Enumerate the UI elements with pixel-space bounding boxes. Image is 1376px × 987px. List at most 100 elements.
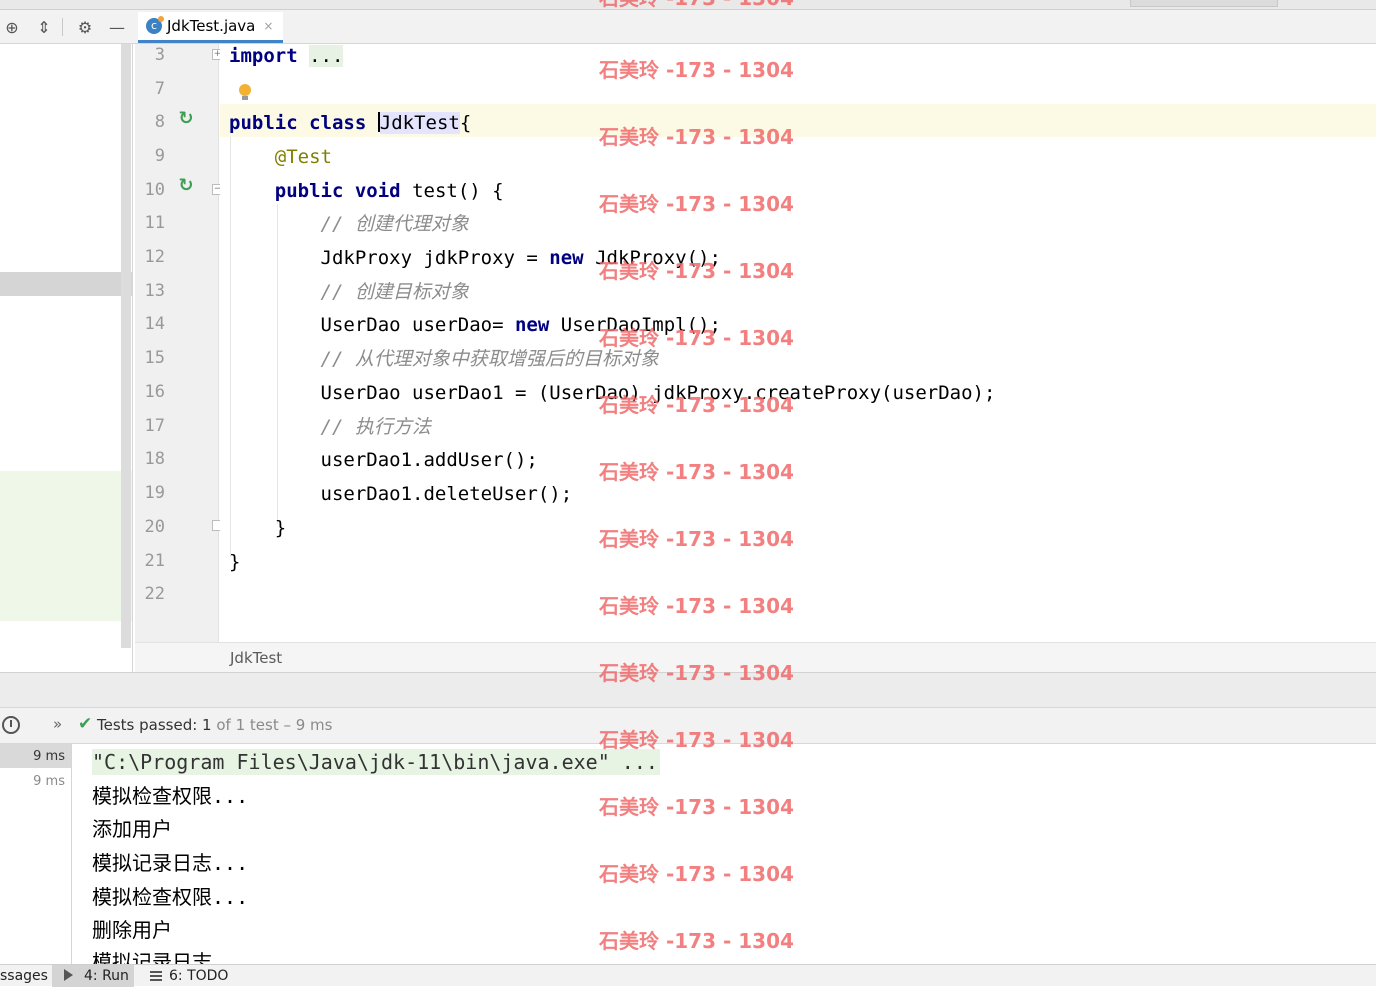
tool-window-bar: ssages 4: Run 6: TODO [0,964,1376,987]
code-line[interactable]: } [229,550,240,574]
code-line[interactable]: @Test [229,145,332,169]
watermark-text: 石美玲 -173 - 1304 [599,728,794,752]
collapse-icon[interactable]: ⇕ [34,17,54,37]
gear-icon[interactable]: ⚙ [75,17,95,37]
watermark-text: 石美玲 -173 - 1304 [599,527,794,551]
line-number: 15 [144,348,165,368]
line-number: 9 [154,146,165,166]
code-token: } [229,517,287,539]
line-number: 17 [144,416,165,436]
watermark-text: 石美玲 -173 - 1304 [599,125,794,149]
watermark-text: 石美玲 -173 - 1304 [599,795,794,819]
code-line[interactable]: userDao1.addUser(); [229,448,538,472]
target-icon[interactable]: ⊕ [2,17,22,37]
tool-tab-run-label[interactable]: 4: Run [84,968,129,984]
check-icon: ✔ [78,714,93,734]
console-line: 模拟记录日志... [92,851,249,875]
tab-label: JdkTest.java [167,17,256,35]
console-line: 模拟记录日志... [92,950,249,964]
watermark-text: 石美玲 -173 - 1304 [599,192,794,216]
line-number: 22 [144,584,165,604]
code-line[interactable]: // 创建目标对象 [229,280,469,304]
code-token: { [459,112,472,134]
run-test-icon[interactable]: ↻ [175,108,197,130]
line-number: 11 [144,213,165,233]
console-command: "C:\Program Files\Java\jdk-11\bin\java.e… [92,749,660,775]
annotation-token: @Test [274,146,332,168]
search-field-stub[interactable] [1130,0,1278,7]
code-line[interactable]: // 执行方法 [229,415,431,439]
code-token: } [229,551,241,573]
code-line[interactable]: // 从代理对象中获取增强后的目标对象 [229,347,659,371]
code-line[interactable]: userDao1.deleteUser(); [229,482,573,506]
code-token: JdkProxy jdkProxy = [229,247,550,269]
code-line[interactable]: import ... [229,44,344,68]
line-number: 8 [154,112,165,132]
watermark-text: 石美玲 -173 - 1304 [599,393,794,417]
tool-tab-messages[interactable]: ssages [0,968,48,984]
keyword-token: public [229,112,298,134]
console-line: 删除用户 [92,918,172,942]
line-number: 19 [144,483,165,503]
test-status: Tests passed: 1 of 1 test – 9 ms [97,716,332,734]
code-editor[interactable]: import ... public class JdkTest{ @Test pu… [220,44,1376,642]
line-number: 3 [154,45,165,65]
comment-token: // 执行方法 [320,416,431,438]
test-status-detail: of 1 test – 9 ms [211,716,333,734]
keyword-token: import [229,45,298,67]
line-number: 16 [144,382,165,402]
run-icon [64,969,73,981]
watermark-text: 石美玲 -173 - 1304 [599,259,794,283]
tab-jdktest-java[interactable]: c JdkTest.java × [138,12,284,43]
code-token: ... [309,45,344,67]
watermark-text: 石美玲 -173 - 1304 [599,326,794,350]
tool-tab-todo[interactable]: 6: TODO [169,968,228,984]
selected-tree-row[interactable] [0,272,132,296]
code-token: test() { [400,180,504,202]
project-scrollbar[interactable] [121,44,131,648]
line-number: 12 [144,247,165,267]
code-line[interactable]: // 创建代理对象 [229,212,469,236]
watermark-text: 石美玲 -173 - 1304 [599,929,794,953]
keyword-token: new [514,314,550,336]
breadcrumb-class[interactable]: JdkTest [230,649,282,667]
lightbulb-icon[interactable] [239,84,251,100]
watermark-text: 石美玲 -173 - 1304 [599,661,794,685]
more-icon[interactable]: » [53,715,62,733]
code-token: userDao1.deleteUser(); [229,483,573,505]
code-line[interactable]: } [229,516,286,540]
keyword-token: new [549,247,584,269]
class-name-token: JdkTest [379,112,460,134]
code-line[interactable]: public void test() { [229,179,504,203]
minimize-icon[interactable]: — [107,17,127,37]
test-duration: 9 ms [33,774,65,789]
line-number: 10 [144,180,165,200]
test-tree-panel: 9 ms 9 ms [0,744,72,964]
comment-token: // 创建目标对象 [320,281,469,303]
code-line[interactable]: public class JdkTest{ [229,111,471,135]
watermark-text: 石美玲 -173 - 1304 [599,862,794,886]
run-test-icon[interactable]: ↻ [175,175,197,197]
watermark-text: 石美玲 -173 - 1304 [599,58,794,82]
java-class-icon: c [146,16,164,34]
test-duration: 9 ms [33,749,65,764]
todo-icon [150,971,162,981]
close-icon[interactable]: × [263,19,273,33]
console-line: 模拟检查权限... [92,885,249,909]
project-panel [0,44,133,672]
line-number: 18 [144,449,165,469]
changed-tree-region [0,471,132,621]
keyword-token: public [274,180,344,202]
code-token: UserDao userDao= [229,314,515,336]
history-icon[interactable] [2,716,20,734]
line-number: 7 [154,79,165,99]
watermark-text: 石美玲 -173 - 1304 [599,594,794,618]
line-number: 14 [144,314,165,334]
